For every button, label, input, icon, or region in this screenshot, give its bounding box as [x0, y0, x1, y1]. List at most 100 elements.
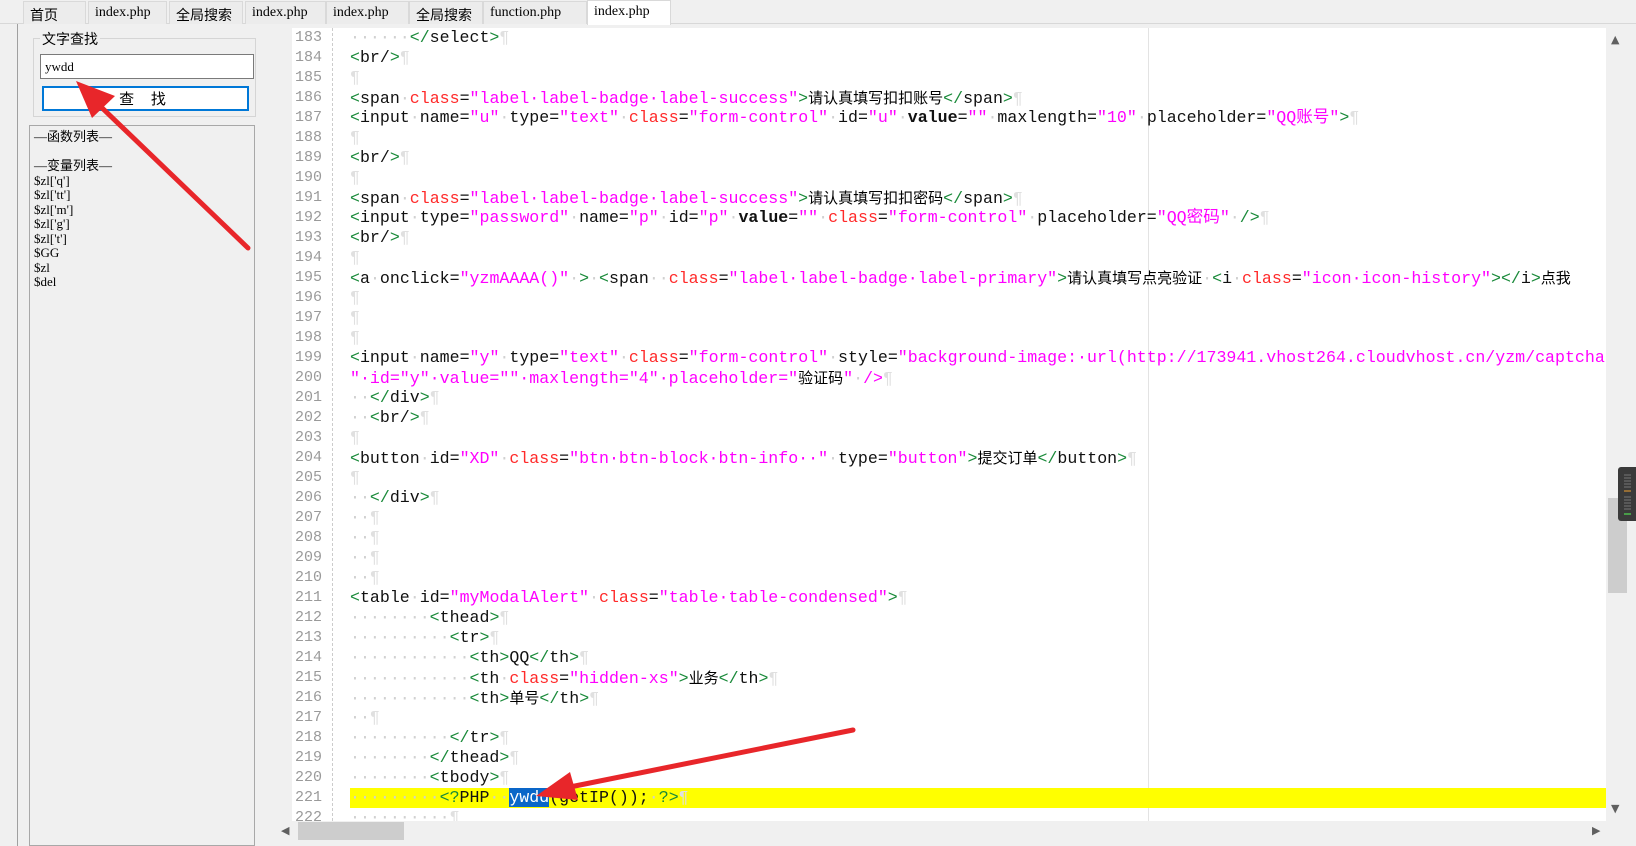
code-line[interactable]: 207 ··¶ [292, 508, 1606, 528]
code-line[interactable]: 221 ·········<?PHP··ywdd(getIP());·?>¶ [292, 788, 1606, 808]
find-input[interactable] [40, 54, 254, 79]
code-line[interactable]: 222 ··········¶ [292, 808, 1606, 821]
code-text: ············<th>QQ</th>¶ [350, 648, 1606, 668]
code-line[interactable]: 200 "·id="y"·value=""·maxlength="4"·place… [292, 368, 1606, 388]
code-token: < [350, 89, 360, 108]
code-line[interactable]: 186 <span·class="label·label-badge·label-… [292, 88, 1606, 108]
code-line[interactable]: 183 ······</select>¶ [292, 28, 1606, 48]
code-line[interactable]: 220 ········<tbody>¶ [292, 768, 1606, 788]
code-line[interactable]: 189 <br/>¶ [292, 148, 1606, 168]
scroll-up-icon[interactable]: ▲ [1611, 33, 1619, 46]
code-line[interactable]: 192 <input·type="password"·name="p"·id="p… [292, 208, 1606, 228]
code-token: > [389, 48, 400, 67]
code-text: ········<thead>¶ [350, 608, 1606, 628]
code-line[interactable]: 201 ··</div>¶ [292, 388, 1606, 408]
code-line[interactable]: 194 ¶ [292, 248, 1606, 268]
list-item[interactable]: $zl['m'] [34, 202, 250, 218]
code-line[interactable]: 216 ············<th>单号</th>¶ [292, 688, 1606, 708]
code-line[interactable]: 185 ¶ [292, 68, 1606, 88]
code-line[interactable]: 211 <table·id="myModalAlert"·class="table… [292, 588, 1606, 608]
code-line[interactable]: 208 ··¶ [292, 528, 1606, 548]
code-text: ············<th·class="hidden-xs">业务</th… [350, 668, 1606, 689]
code-token: "yzmAAAA()" [459, 269, 570, 288]
list-item[interactable]: —变量列表— [34, 158, 250, 174]
list-item[interactable]: $del [34, 274, 250, 290]
code-token: ¶ [768, 669, 779, 688]
code-line[interactable]: 184 <br/>¶ [292, 48, 1606, 68]
tab-5[interactable]: 全局搜索 [409, 1, 483, 24]
list-item[interactable]: $zl['t'] [34, 231, 250, 247]
code-token: ¶ [489, 628, 500, 647]
list-item[interactable]: $zl [34, 260, 250, 276]
code-token: · [409, 348, 420, 367]
code-token: < [429, 768, 440, 787]
horizontal-scroll-thumb[interactable] [298, 822, 404, 840]
code-line[interactable]: 218 ··········</tr>¶ [292, 728, 1606, 748]
tab-2[interactable]: 全局搜索 [169, 1, 243, 24]
code-token: < [350, 108, 360, 127]
list-item[interactable]: $GG [34, 245, 250, 261]
code-line[interactable]: 210 ··¶ [292, 568, 1606, 588]
code-token: </ [943, 89, 964, 108]
code-line[interactable]: 187 <input·name="u"·type="text"·class="fo… [292, 108, 1606, 128]
scroll-down-icon[interactable]: ▼ [1611, 802, 1619, 815]
code-token: 验证码 [798, 369, 844, 387]
scroll-left-icon[interactable]: ◀ [281, 824, 289, 837]
tab-6[interactable]: function.php [483, 1, 587, 24]
code-line[interactable]: 195 <a·onclick="yzmAAAA()"·>·<span··class… [292, 268, 1606, 288]
code-line[interactable]: 209 ··¶ [292, 548, 1606, 568]
tab-1[interactable]: index.php [88, 1, 167, 24]
code-line[interactable]: 203 ¶ [292, 428, 1606, 448]
floating-widget[interactable] [1618, 467, 1636, 521]
list-item[interactable]: $zl['g'] [34, 216, 250, 232]
code-line[interactable]: 190 ¶ [292, 168, 1606, 188]
code-line[interactable]: 217 ··¶ [292, 708, 1606, 728]
code-line[interactable]: 188 ¶ [292, 128, 1606, 148]
tab-0[interactable]: 首页 [23, 1, 86, 24]
code-token: ·· [350, 708, 370, 727]
code-line[interactable]: 219 ········</thead>¶ [292, 748, 1606, 768]
code-line[interactable]: 204 <button·id="XD"·class="btn·btn-block·… [292, 448, 1606, 468]
code-line[interactable]: 197 ¶ [292, 308, 1606, 328]
code-line[interactable]: 198 ¶ [292, 328, 1606, 348]
list-item[interactable]: $zl['tt'] [34, 187, 250, 203]
code-token: class [1242, 269, 1292, 288]
tab-3[interactable]: index.php [245, 1, 326, 24]
vertical-scrollbar[interactable] [1606, 28, 1627, 821]
scroll-right-icon[interactable]: ▶ [1592, 824, 1600, 837]
code-token: · [897, 108, 908, 127]
code-token: ¶ [350, 468, 360, 487]
code-line[interactable]: 212 ········<thead>¶ [292, 608, 1606, 628]
line-number: 197 [295, 309, 323, 326]
tab-7[interactable]: index.php [587, 0, 671, 25]
code-line[interactable]: 196 ¶ [292, 288, 1606, 308]
code-line[interactable]: 202 ··<br/>¶ [292, 408, 1606, 428]
list-item[interactable]: $zl['q'] [34, 173, 250, 189]
symbol-list[interactable]: —函数列表— —变量列表— $zl['q'] $zl['tt'] $zl['m'] $zl… [29, 125, 255, 846]
line-number: 204 [295, 449, 323, 466]
line-number: 186 [295, 89, 323, 106]
tab-4[interactable]: index.php [326, 1, 409, 24]
list-item[interactable]: —函数列表— [34, 129, 250, 145]
code-line[interactable]: 191 <span·class="label·label-badge·label-… [292, 188, 1606, 208]
code-line[interactable]: 214 ············<th>QQ</th>¶ [292, 648, 1606, 668]
code-token: button [359, 449, 420, 468]
code-line[interactable]: 193 <br/>¶ [292, 228, 1606, 248]
code-line[interactable]: 206 ··</div>¶ [292, 488, 1606, 508]
code-line[interactable]: 205 ¶ [292, 468, 1606, 488]
code-token: ¶ [429, 388, 440, 407]
code-line[interactable]: 199 <input·name="y"·type="text"·class="fo… [292, 348, 1606, 368]
line-number: 199 [295, 349, 323, 366]
line-number: 191 [295, 189, 323, 206]
horizontal-scrollbar[interactable] [292, 821, 1606, 841]
code-token: < [599, 269, 609, 288]
code-token: = [459, 89, 470, 108]
find-button[interactable]: 查 找 [42, 86, 249, 111]
code-editor[interactable]: 183 ······</select>¶ 184 <br/>¶ 185 ¶ 186 <span… [292, 28, 1606, 821]
code-token: class [599, 588, 649, 607]
code-token: ¶ [369, 548, 380, 567]
list-item[interactable] [34, 145, 250, 160]
code-line[interactable]: 213 ··········<tr>¶ [292, 628, 1606, 648]
code-line[interactable]: 215 ············<th·class="hidden-xs">业务<… [292, 668, 1606, 688]
code-token: ?> [658, 788, 679, 807]
